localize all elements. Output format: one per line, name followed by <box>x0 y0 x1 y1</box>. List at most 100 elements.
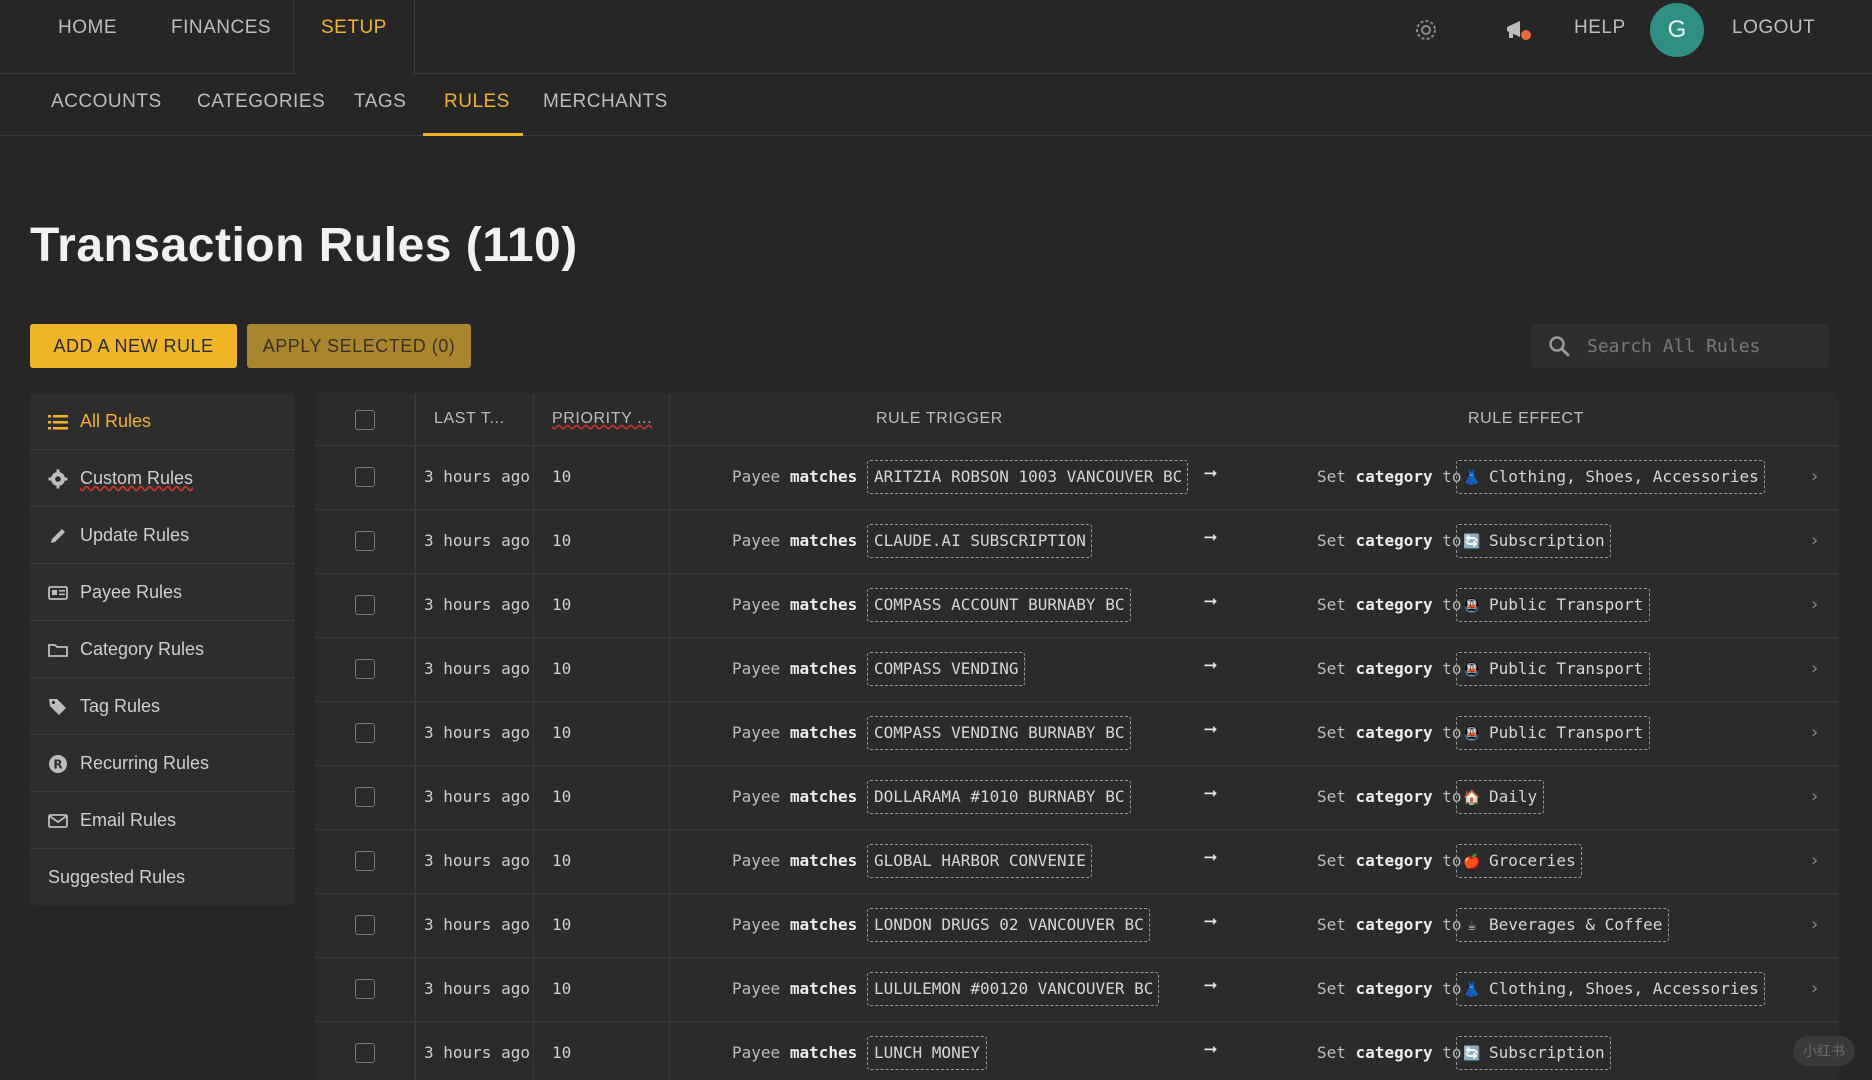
table-row[interactable]: 3 hours ago 10 Payee matches CLAUDE.AI S… <box>315 510 1839 574</box>
trigger-value-tag[interactable]: COMPASS VENDING <box>867 652 1025 686</box>
trigger-value-tag[interactable]: GLOBAL HARBOR CONVENIE <box>867 844 1092 878</box>
sidebar-item-category-rules[interactable]: Category Rules <box>30 621 295 678</box>
row-checkbox[interactable] <box>355 595 375 615</box>
search-icon <box>1548 335 1570 357</box>
matches-label: matches <box>789 851 858 870</box>
payee-label: Payee <box>732 915 781 934</box>
sidebar-item-label: Suggested Rules <box>48 867 186 887</box>
row-checkbox[interactable] <box>355 851 375 871</box>
sidebar-item-payee-rules[interactable]: Payee Rules <box>30 564 295 621</box>
chevron-right-icon[interactable]: › <box>1809 786 1820 807</box>
nav-help[interactable]: HELP <box>1574 0 1626 74</box>
tab-accounts[interactable]: ACCOUNTS <box>51 74 162 136</box>
id-card-icon <box>48 583 68 603</box>
priority-value: 10 <box>552 595 572 614</box>
sidebar-item-update-rules[interactable]: Update Rules <box>30 507 295 564</box>
tab-merchants[interactable]: MERCHANTS <box>543 74 668 136</box>
last-triggered: 3 hours ago <box>424 851 530 870</box>
search-input[interactable] <box>1587 324 1817 368</box>
nav-setup[interactable]: SETUP <box>293 0 415 75</box>
effect-category-tag[interactable]: 🍎 Groceries <box>1456 844 1582 878</box>
trigger-value-tag[interactable]: COMPASS ACCOUNT BURNABY BC <box>867 588 1131 622</box>
table-row[interactable]: 3 hours ago 10 Payee matches COMPASS VEN… <box>315 638 1839 702</box>
apply-selected-button[interactable]: APPLY SELECTED (0) <box>247 324 471 368</box>
header-last-triggered[interactable]: LAST T... <box>434 410 505 428</box>
row-checkbox[interactable] <box>355 787 375 807</box>
chevron-right-icon[interactable]: › <box>1809 466 1820 487</box>
select-all-checkbox[interactable] <box>355 410 375 430</box>
payee-label: Payee <box>732 467 781 486</box>
chevron-right-icon[interactable]: › <box>1809 658 1820 679</box>
last-triggered: 3 hours ago <box>424 595 530 614</box>
sidebar-item-custom-rules[interactable]: Custom Rules <box>30 450 295 507</box>
trigger-value-tag[interactable]: DOLLARAMA #1010 BURNABY BC <box>867 780 1131 814</box>
sidebar-item-email-rules[interactable]: Email Rules <box>30 792 295 849</box>
active-tab-underline <box>423 133 523 136</box>
category-label: category <box>1355 1043 1433 1062</box>
chevron-right-icon[interactable]: › <box>1809 914 1820 935</box>
sidebar-item-all-rules[interactable]: All Rules <box>30 393 295 450</box>
tab-rules[interactable]: RULES <box>444 74 510 136</box>
chevron-right-icon[interactable]: › <box>1809 978 1820 999</box>
sidebar-item-label: All Rules <box>80 411 152 431</box>
matches-label: matches <box>789 787 858 806</box>
chevron-right-icon[interactable]: › <box>1809 594 1820 615</box>
payee-label: Payee <box>732 531 781 550</box>
effect-category-tag[interactable]: 🔄 Subscription <box>1456 524 1611 558</box>
effect-category-tag[interactable]: 🏠 Daily <box>1456 780 1544 814</box>
effect-category-tag[interactable]: ☕ Beverages & Coffee <box>1456 908 1669 942</box>
chevron-right-icon[interactable]: › <box>1809 530 1820 551</box>
sidebar-item-tag-rules[interactable]: Tag Rules <box>30 678 295 735</box>
table-row[interactable]: 3 hours ago 10 Payee matches LULULEMON #… <box>315 958 1839 1022</box>
effect-category-tag[interactable]: 👗 Clothing, Shoes, Accessories <box>1456 972 1765 1006</box>
trigger-text: Payee matches <box>732 915 857 934</box>
tab-categories[interactable]: CATEGORIES <box>197 74 325 136</box>
settings-gear-icon[interactable] <box>1414 18 1438 42</box>
row-checkbox[interactable] <box>355 467 375 487</box>
table-row[interactable]: 3 hours ago 10 Payee matches LONDON DRUG… <box>315 894 1839 958</box>
table-row[interactable]: 3 hours ago 10 Payee matches LUNCH MONEY… <box>315 1022 1839 1080</box>
table-row[interactable]: 3 hours ago 10 Payee matches DOLLARAMA #… <box>315 766 1839 830</box>
trigger-value-tag[interactable]: ARITZIA ROBSON 1003 VANCOUVER BC <box>867 460 1188 494</box>
row-checkbox[interactable] <box>355 979 375 999</box>
chevron-right-icon[interactable]: › <box>1809 722 1820 743</box>
tab-tags[interactable]: TAGS <box>354 74 406 136</box>
watermark-logo: 小红书 <box>1793 1036 1855 1066</box>
sidebar-item-recurring-rules[interactable]: R Recurring Rules <box>30 735 295 792</box>
trigger-value-tag[interactable]: LUNCH MONEY <box>867 1036 987 1070</box>
row-checkbox[interactable] <box>355 659 375 679</box>
set-label: Set <box>1317 851 1346 870</box>
effect-text: Set category to <box>1317 851 1462 870</box>
sidebar-item-suggested-rules[interactable]: Suggested Rules <box>30 849 295 906</box>
effect-category-tag[interactable]: 🚇 Public Transport <box>1456 588 1650 622</box>
nav-finances[interactable]: FINANCES <box>171 0 271 74</box>
trigger-value-tag[interactable]: LONDON DRUGS 02 VANCOUVER BC <box>867 908 1150 942</box>
chevron-right-icon[interactable]: › <box>1809 850 1820 871</box>
effect-category-tag[interactable]: 🔄 Subscription <box>1456 1036 1611 1070</box>
arrow-right-icon: ➞ <box>1204 718 1218 743</box>
effect-category-tag[interactable]: 🚇 Public Transport <box>1456 716 1650 750</box>
header-priority[interactable]: PRIORITY ... <box>552 410 652 428</box>
table-row[interactable]: 3 hours ago 10 Payee matches COMPASS ACC… <box>315 574 1839 638</box>
priority-value: 10 <box>552 979 572 998</box>
effect-category-label: Subscription <box>1489 531 1605 550</box>
table-row[interactable]: 3 hours ago 10 Payee matches COMPASS VEN… <box>315 702 1839 766</box>
add-new-rule-button[interactable]: ADD A NEW RULE <box>30 324 237 368</box>
trigger-value-tag[interactable]: CLAUDE.AI SUBSCRIPTION <box>867 524 1092 558</box>
row-checkbox[interactable] <box>355 915 375 935</box>
trigger-value-tag[interactable]: COMPASS VENDING BURNABY BC <box>867 716 1131 750</box>
row-checkbox[interactable] <box>355 723 375 743</box>
effect-category-tag[interactable]: 👗 Clothing, Shoes, Accessories <box>1456 460 1765 494</box>
nav-home[interactable]: HOME <box>58 0 117 74</box>
row-checkbox[interactable] <box>355 531 375 551</box>
row-checkbox[interactable] <box>355 1043 375 1063</box>
announcement-megaphone-icon[interactable] <box>1504 18 1532 42</box>
table-row[interactable]: 3 hours ago 10 Payee matches GLOBAL HARB… <box>315 830 1839 894</box>
avatar[interactable]: G <box>1650 3 1704 57</box>
nav-logout[interactable]: LOGOUT <box>1732 0 1815 74</box>
effect-category-tag[interactable]: 🚇 Public Transport <box>1456 652 1650 686</box>
last-triggered: 3 hours ago <box>424 659 530 678</box>
trigger-value-tag[interactable]: LULULEMON #00120 VANCOUVER BC <box>867 972 1159 1006</box>
table-row[interactable]: 3 hours ago 10 Payee matches ARITZIA ROB… <box>315 446 1839 510</box>
svg-text:R: R <box>53 758 62 772</box>
